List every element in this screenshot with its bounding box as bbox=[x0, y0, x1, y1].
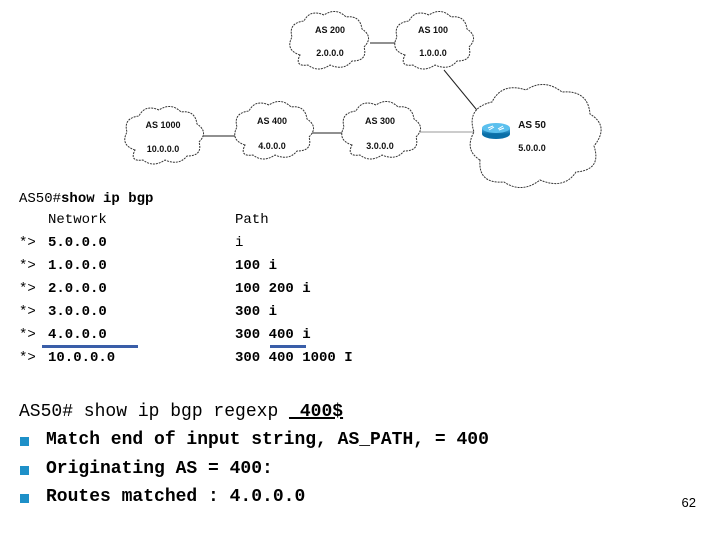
svg-text:AS 50: AS 50 bbox=[518, 120, 546, 131]
cloud-as300: AS 300 3.0.0.0 bbox=[341, 101, 421, 160]
header-network: Network bbox=[48, 212, 107, 228]
svg-text:10.0.0.0: 10.0.0.0 bbox=[147, 144, 180, 154]
cloud-as200: AS 200 2.0.0.0 bbox=[289, 11, 369, 70]
svg-text:AS 300: AS 300 bbox=[365, 116, 395, 126]
row-status: *> bbox=[19, 350, 36, 366]
cli-command: show ip bgp bbox=[61, 191, 154, 207]
bullet-text: Originating AS = 400: bbox=[46, 459, 273, 479]
bullet-text: Match end of input string, AS_PATH, = 40… bbox=[46, 430, 489, 450]
regexp-command-prefix: AS50# show ip bgp regexp bbox=[19, 402, 290, 422]
row-status: *> bbox=[19, 235, 36, 251]
row-status: *> bbox=[19, 258, 36, 274]
cloud-as1000: AS 1000 10.0.0.0 bbox=[124, 106, 204, 165]
bullet-square-icon bbox=[20, 494, 29, 503]
row-network: 3.0.0.0 bbox=[48, 304, 107, 320]
router-icon bbox=[482, 123, 510, 139]
bullet-square-icon bbox=[20, 437, 29, 446]
svg-text:AS 400: AS 400 bbox=[257, 116, 287, 126]
row-path: 300 i bbox=[235, 304, 278, 320]
svg-text:AS 200: AS 200 bbox=[315, 25, 345, 35]
row-status: *> bbox=[19, 304, 36, 320]
row-network: 1.0.0.0 bbox=[48, 258, 107, 274]
regexp-pattern: _400$ bbox=[289, 402, 344, 422]
cloud-as100: AS 100 1.0.0.0 bbox=[394, 11, 474, 70]
row-path: 100 i bbox=[235, 258, 278, 274]
bgp-command-line: AS50#show ip bgp bbox=[19, 188, 153, 211]
header-path: Path bbox=[235, 212, 269, 228]
svg-text:2.0.0.0: 2.0.0.0 bbox=[316, 48, 344, 58]
row-network: 10.0.0.0 bbox=[48, 350, 116, 366]
svg-text:1.0.0.0: 1.0.0.0 bbox=[419, 48, 447, 58]
svg-text:AS 100: AS 100 bbox=[418, 25, 448, 35]
svg-text:3.0.0.0: 3.0.0.0 bbox=[366, 141, 394, 151]
row-network: 2.0.0.0 bbox=[48, 281, 107, 297]
bullet-text: Routes matched : 4.0.0.0 bbox=[46, 487, 306, 507]
row-path: 100 200 i bbox=[235, 281, 311, 297]
highlight-underline-as400 bbox=[270, 345, 306, 348]
row-path: i bbox=[235, 235, 244, 251]
svg-text:4.0.0.0: 4.0.0.0 bbox=[258, 141, 286, 151]
regexp-command-line: AS50# show ip bgp regexp _400$ bbox=[19, 398, 343, 427]
row-status: *> bbox=[19, 327, 36, 343]
cli-prompt: AS50# bbox=[19, 191, 62, 207]
cloud-as400: AS 400 4.0.0.0 bbox=[234, 101, 314, 160]
page-number: 62 bbox=[681, 495, 696, 510]
row-path: 300 400 1000 I bbox=[235, 350, 353, 366]
network-diagram: AS 200 2.0.0.0 AS 100 1.0.0.0 AS 1000 10… bbox=[124, 11, 602, 188]
bullet-square-icon bbox=[20, 466, 29, 475]
svg-text:AS 1000: AS 1000 bbox=[145, 120, 180, 130]
row-status: *> bbox=[19, 281, 36, 297]
svg-text:5.0.0.0: 5.0.0.0 bbox=[518, 143, 546, 153]
row-network: 5.0.0.0 bbox=[48, 235, 107, 251]
highlight-underline-network bbox=[42, 345, 138, 348]
